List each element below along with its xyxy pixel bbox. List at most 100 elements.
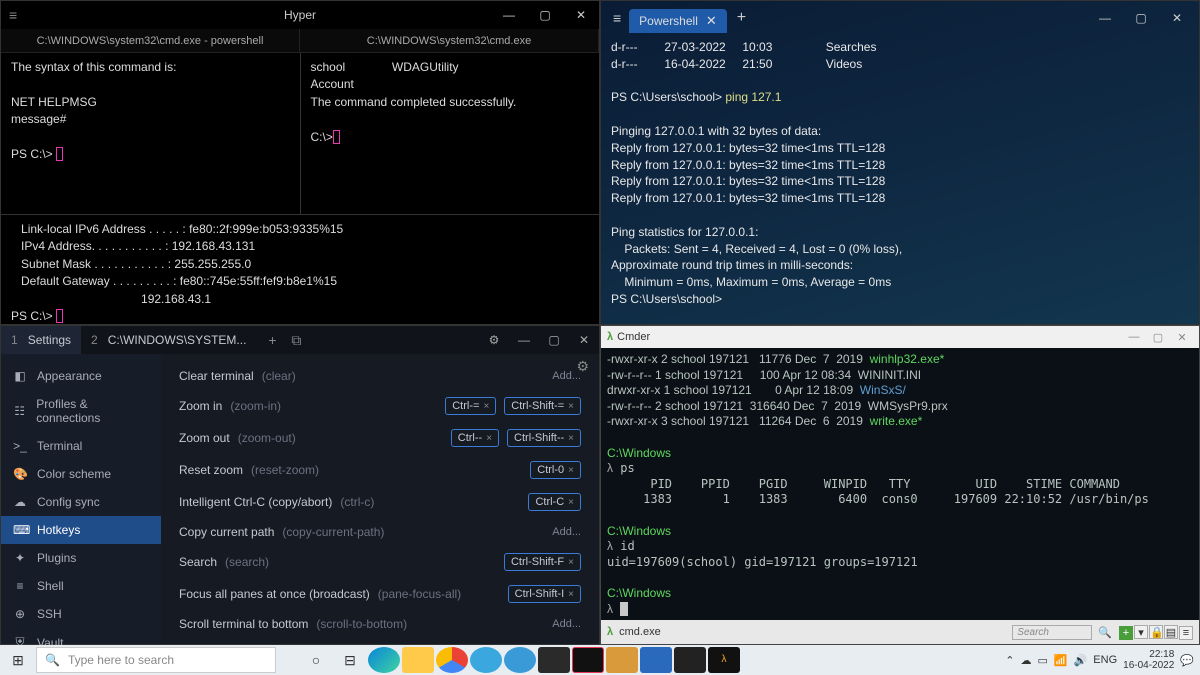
- add-hotkey-button[interactable]: Add...: [552, 618, 581, 630]
- cmder-output[interactable]: -rwxr-xr-x 2 school 197121 11776 Dec 7 2…: [601, 348, 1199, 620]
- maximize-icon[interactable]: ▢: [539, 333, 569, 347]
- onedrive-icon[interactable]: ☁: [1020, 654, 1031, 667]
- winterm-tab[interactable]: Powershell ✕: [629, 9, 727, 33]
- tabby-sidebar: ◧Appearance☷Profiles & connections>_Term…: [1, 354, 161, 644]
- cmder-search-input[interactable]: Search: [1012, 625, 1092, 640]
- copy-tab-icon[interactable]: ⧉: [284, 332, 308, 349]
- edge-icon[interactable]: [368, 647, 400, 673]
- cmder-status-tab[interactable]: cmd.exe: [619, 626, 661, 638]
- add-tab-icon[interactable]: +: [727, 9, 756, 27]
- battery-icon[interactable]: ▭: [1037, 654, 1047, 667]
- hyper-title: Hyper: [284, 8, 316, 22]
- sidebar-item-hotkeys[interactable]: ⌨Hotkeys: [1, 516, 161, 544]
- keycap[interactable]: Ctrl-= ×: [445, 397, 496, 415]
- add-tab-icon[interactable]: +: [260, 332, 284, 349]
- sidebar-item-color-scheme[interactable]: 🎨Color scheme: [1, 460, 161, 488]
- close-icon[interactable]: ✕: [563, 1, 599, 29]
- hamburger-icon[interactable]: ≡: [1179, 626, 1193, 640]
- hotkey-row: Clear terminal (clear)Add...: [179, 362, 581, 390]
- sidebar-item-terminal[interactable]: >_Terminal: [1, 432, 161, 460]
- maximize-icon[interactable]: ▢: [527, 1, 563, 29]
- close-icon[interactable]: ✕: [1171, 331, 1193, 344]
- language-indicator[interactable]: ENG: [1093, 654, 1117, 666]
- maximize-icon[interactable]: ▢: [1147, 331, 1169, 344]
- hamburger-icon[interactable]: ≡: [605, 10, 629, 26]
- gear-icon[interactable]: ⚙: [479, 333, 509, 347]
- menu-icon[interactable]: ▤: [1164, 625, 1178, 639]
- tabby-icon[interactable]: [606, 647, 638, 673]
- keycap[interactable]: Ctrl-Shift-= ×: [504, 397, 581, 415]
- minimize-icon[interactable]: —: [1087, 11, 1123, 25]
- cmder-statusbar: λ cmd.exe Search 🔍 +▾🔒▤≡: [601, 620, 1199, 644]
- dropdown-icon[interactable]: ▾: [1134, 625, 1148, 639]
- taskbar-search-input[interactable]: 🔍 Type here to search: [36, 647, 276, 673]
- hotkey-row: Scroll terminal to bottom (scroll-to-bot…: [179, 610, 581, 638]
- hotkey-row: Search (search)Ctrl-Shift-F ×: [179, 546, 581, 578]
- cmder-titlebar[interactable]: λ Cmder — ▢ ✕: [601, 326, 1199, 348]
- keycap[interactable]: Ctrl-0 ×: [530, 461, 581, 479]
- gear-icon[interactable]: ⚙: [576, 358, 589, 375]
- lambda-icon: λ: [607, 331, 613, 343]
- sidebar-item-ssh[interactable]: ⊕SSH: [1, 600, 161, 628]
- sidebar-icon: >_: [13, 439, 27, 453]
- search-icon[interactable]: 🔍: [1098, 626, 1112, 639]
- cortana-icon[interactable]: ○: [300, 647, 332, 673]
- lock-icon[interactable]: 🔒: [1149, 625, 1163, 639]
- add-hotkey-button[interactable]: Add...: [552, 526, 581, 538]
- minimize-icon[interactable]: —: [491, 1, 527, 29]
- app-icon[interactable]: [470, 647, 502, 673]
- sidebar-item-profiles-connections[interactable]: ☷Profiles & connections: [1, 390, 161, 432]
- tabby-tab-terminal[interactable]: 2C:\WINDOWS\SYSTEM...: [81, 326, 256, 354]
- add-console-icon[interactable]: +: [1119, 626, 1133, 640]
- winterm-titlebar[interactable]: ≡ Powershell ✕ + — ▢ ✕: [601, 1, 1199, 35]
- cmder-icon[interactable]: λ: [708, 647, 740, 673]
- sidebar-icon: ⌨: [13, 523, 27, 537]
- powershell-icon[interactable]: [640, 647, 672, 673]
- hotkey-row: Reset zoom (reset-zoom)Ctrl-0 ×: [179, 454, 581, 486]
- sidebar-item-plugins[interactable]: ✦Plugins: [1, 544, 161, 572]
- keycap[interactable]: Ctrl-C ×: [528, 493, 581, 511]
- search-icon: 🔍: [45, 653, 60, 667]
- keycap[interactable]: Ctrl-Shift-F ×: [504, 553, 581, 571]
- start-button[interactable]: ⊞: [0, 652, 36, 669]
- sidebar-icon: ☁: [13, 495, 27, 509]
- keycap[interactable]: Ctrl-- ×: [451, 429, 499, 447]
- hyper-icon[interactable]: [572, 647, 604, 673]
- sidebar-item-shell[interactable]: ≡Shell: [1, 572, 161, 600]
- notifications-icon[interactable]: 💬: [1180, 654, 1194, 667]
- lambda-icon: λ: [607, 626, 613, 638]
- keycap[interactable]: Ctrl-Shift-- ×: [507, 429, 581, 447]
- chrome-icon[interactable]: [436, 647, 468, 673]
- maximize-icon[interactable]: ▢: [1123, 11, 1159, 25]
- volume-icon[interactable]: 🔊: [1074, 654, 1088, 667]
- hyper-titlebar[interactable]: ≡ Hyper — ▢ ✕: [1, 1, 599, 29]
- hotkey-row: Intelligent Ctrl-C (copy/abort) (ctrl-c)…: [179, 486, 581, 518]
- keycap[interactable]: Ctrl-Shift-I ×: [508, 585, 581, 603]
- hyper-window: ≡ Hyper — ▢ ✕ C:\WINDOWS\system32\cmd.ex…: [0, 0, 600, 325]
- winterm-output[interactable]: d-r--- 27-03-2022 10:03 Searches d-r--- …: [601, 35, 1199, 312]
- windows-terminal-window: ≡ Powershell ✕ + — ▢ ✕ d-r--- 27-03-2022…: [600, 0, 1200, 325]
- hyper-bottom-pane[interactable]: Link-local IPv6 Address . . . . . : fe80…: [1, 214, 599, 324]
- cmd-icon[interactable]: [674, 647, 706, 673]
- close-tab-icon[interactable]: ✕: [706, 13, 717, 29]
- wifi-icon[interactable]: 📶: [1054, 654, 1068, 667]
- hyper-tab-1[interactable]: C:\WINDOWS\system32\cmd.exe - powershell: [1, 29, 300, 52]
- taskview-icon[interactable]: ⊟: [334, 647, 366, 673]
- minimize-icon[interactable]: —: [509, 333, 539, 347]
- close-icon[interactable]: ✕: [569, 333, 599, 347]
- chevron-up-icon[interactable]: ⌃: [1005, 654, 1014, 667]
- hotkey-row: Zoom out (zoom-out)Ctrl-- ×Ctrl-Shift-- …: [179, 422, 581, 454]
- tabby-tab-settings[interactable]: 1Settings: [1, 326, 81, 354]
- close-icon[interactable]: ✕: [1159, 11, 1195, 25]
- taskbar-clock[interactable]: 22:18 16-04-2022: [1123, 649, 1174, 671]
- explorer-icon[interactable]: [402, 647, 434, 673]
- hyper-tab-2[interactable]: C:\WINDOWS\system32\cmd.exe: [300, 29, 599, 52]
- terminal-icon[interactable]: [538, 647, 570, 673]
- cursor-icon: [333, 130, 340, 144]
- minimize-icon[interactable]: —: [1123, 331, 1145, 344]
- sidebar-item-config-sync[interactable]: ☁Config sync: [1, 488, 161, 516]
- tabby-settings-panel: ⚙ Clear terminal (clear)Add...Zoom in (z…: [161, 354, 599, 644]
- hamburger-icon[interactable]: ≡: [9, 7, 17, 23]
- ie-icon[interactable]: [504, 647, 536, 673]
- sidebar-item-appearance[interactable]: ◧Appearance: [1, 362, 161, 390]
